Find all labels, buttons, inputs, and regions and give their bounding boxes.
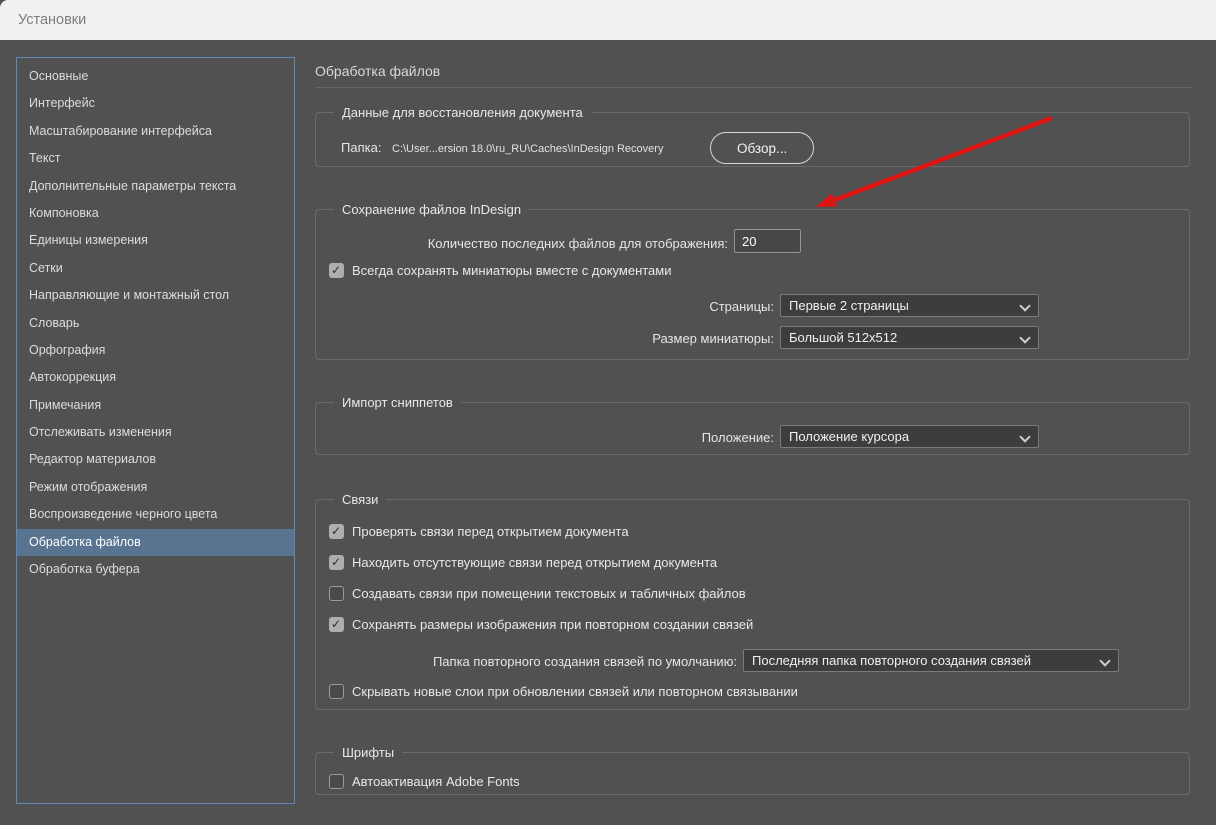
relink-folder-label: Папка повторного создания связей по умол… <box>432 654 737 669</box>
position-dropdown-value: Положение курсора <box>789 429 910 444</box>
chevron-down-icon <box>1019 431 1031 443</box>
window-title: Установки <box>18 12 87 28</box>
preserve-dimensions-checkbox[interactable] <box>329 617 344 632</box>
pages-label: Страницы: <box>709 299 774 314</box>
recent-files-input[interactable] <box>734 229 801 253</box>
page-title: Обработка файлов <box>315 63 441 79</box>
recovery-folder-path: C:\User...ersion 18.0\ru_RU\Caches\InDes… <box>392 143 664 155</box>
title-divider <box>315 87 1192 88</box>
preferences-sidebar: Основные Интерфейс Масштабирование интер… <box>16 57 295 804</box>
sidebar-item-advanced-type[interactable]: Дополнительные параметры текста <box>17 173 294 200</box>
thumbnails-checkbox-row[interactable]: Всегда сохранять миниатюры вместе с доку… <box>329 263 671 278</box>
sidebar-item-grids[interactable]: Сетки <box>17 255 294 282</box>
preserve-dimensions-label: Сохранять размеры изображения при повтор… <box>352 617 754 632</box>
check-links-checkbox[interactable] <box>329 524 344 539</box>
sidebar-item-black-appearance[interactable]: Воспроизведение черного цвета <box>17 501 294 528</box>
thumb-size-dropdown[interactable]: Большой 512x512 <box>780 326 1039 349</box>
section-fonts: Шрифты Автоактивация Adobe Fonts <box>315 745 1190 795</box>
section-snippet-import-legend: Импорт сниппетов <box>342 395 453 410</box>
sidebar-item-clipboard-handling[interactable]: Обработка буфера <box>17 556 294 583</box>
adobe-fonts-label: Автоактивация Adobe Fonts <box>352 774 520 789</box>
thumb-size-dropdown-value: Большой 512x512 <box>789 330 898 345</box>
chevron-down-icon <box>1019 332 1031 344</box>
check-links-label: Проверять связи перед открытием документ… <box>352 524 629 539</box>
sidebar-item-notes[interactable]: Примечания <box>17 392 294 419</box>
create-links-checkbox[interactable] <box>329 586 344 601</box>
adobe-fonts-row[interactable]: Автоактивация Adobe Fonts <box>329 774 520 789</box>
hide-new-layers-row[interactable]: Скрывать новые слои при обновлении связе… <box>329 684 798 699</box>
position-label: Положение: <box>701 430 774 445</box>
browse-button[interactable]: Обзор... <box>710 132 815 164</box>
folder-label: Папка: <box>341 140 382 155</box>
create-links-row[interactable]: Создавать связи при помещении текстовых … <box>329 586 746 601</box>
thumbnails-checkbox[interactable] <box>329 263 344 278</box>
sidebar-item-composition[interactable]: Компоновка <box>17 200 294 227</box>
thumb-size-label: Размер миниатюры: <box>652 331 774 346</box>
relink-folder-dropdown-value: Последняя папка повторного создания связ… <box>752 653 1031 668</box>
sidebar-item-dictionary[interactable]: Словарь <box>17 310 294 337</box>
sidebar-item-autocorrect[interactable]: Автокоррекция <box>17 364 294 391</box>
section-snippet-import: Импорт сниппетов Положение: Положение ку… <box>315 395 1190 455</box>
sidebar-item-track-changes[interactable]: Отслеживать изменения <box>17 419 294 446</box>
sidebar-item-ui-scaling[interactable]: Масштабирование интерфейса <box>17 118 294 145</box>
section-links: Связи Проверять связи перед открытием до… <box>315 492 1190 710</box>
find-missing-links-row[interactable]: Находить отсутствующие связи перед откры… <box>329 555 717 570</box>
hide-new-layers-checkbox[interactable] <box>329 684 344 699</box>
chevron-down-icon <box>1019 300 1031 312</box>
create-links-label: Создавать связи при помещении текстовых … <box>352 586 746 601</box>
sidebar-item-type[interactable]: Текст <box>17 145 294 172</box>
thumbnails-checkbox-label: Всегда сохранять миниатюры вместе с доку… <box>352 263 672 278</box>
sidebar-item-story-editor[interactable]: Редактор материалов <box>17 446 294 473</box>
sidebar-item-file-handling[interactable]: Обработка файлов <box>17 528 294 557</box>
section-fonts-legend: Шрифты <box>342 745 395 760</box>
section-document-recovery: Данные для восстановления документа Папк… <box>315 105 1190 167</box>
find-missing-links-label: Находить отсутствующие связи перед откры… <box>352 555 718 570</box>
preserve-dimensions-row[interactable]: Сохранять размеры изображения при повтор… <box>329 617 753 632</box>
find-missing-links-checkbox[interactable] <box>329 555 344 570</box>
sidebar-item-general[interactable]: Основные <box>17 63 294 90</box>
sidebar-item-units[interactable]: Единицы измерения <box>17 227 294 254</box>
sidebar-item-interface[interactable]: Интерфейс <box>17 90 294 117</box>
recent-files-label: Количество последних файлов для отображе… <box>427 236 728 251</box>
hide-new-layers-label: Скрывать новые слои при обновлении связе… <box>352 684 798 699</box>
pages-dropdown-value: Первые 2 страницы <box>789 298 909 313</box>
chevron-down-icon <box>1099 655 1111 667</box>
preferences-dialog: Основные Интерфейс Масштабирование интер… <box>0 40 1216 825</box>
sidebar-item-display-performance[interactable]: Режим отображения <box>17 474 294 501</box>
check-links-row[interactable]: Проверять связи перед открытием документ… <box>329 524 629 539</box>
section-document-recovery-legend: Данные для восстановления документа <box>342 105 583 120</box>
adobe-fonts-checkbox[interactable] <box>329 774 344 789</box>
section-saving-files: Сохранение файлов InDesign Количество по… <box>315 202 1190 360</box>
section-links-legend: Связи <box>342 492 379 507</box>
sidebar-item-guides-pasteboard[interactable]: Направляющие и монтажный стол <box>17 282 294 309</box>
relink-folder-dropdown[interactable]: Последняя папка повторного создания связ… <box>743 649 1119 672</box>
section-saving-files-legend: Сохранение файлов InDesign <box>342 202 522 217</box>
position-dropdown[interactable]: Положение курсора <box>780 425 1039 448</box>
window-titlebar[interactable]: Установки <box>0 0 1216 40</box>
pages-dropdown[interactable]: Первые 2 страницы <box>780 294 1039 317</box>
sidebar-item-spelling[interactable]: Орфография <box>17 337 294 364</box>
